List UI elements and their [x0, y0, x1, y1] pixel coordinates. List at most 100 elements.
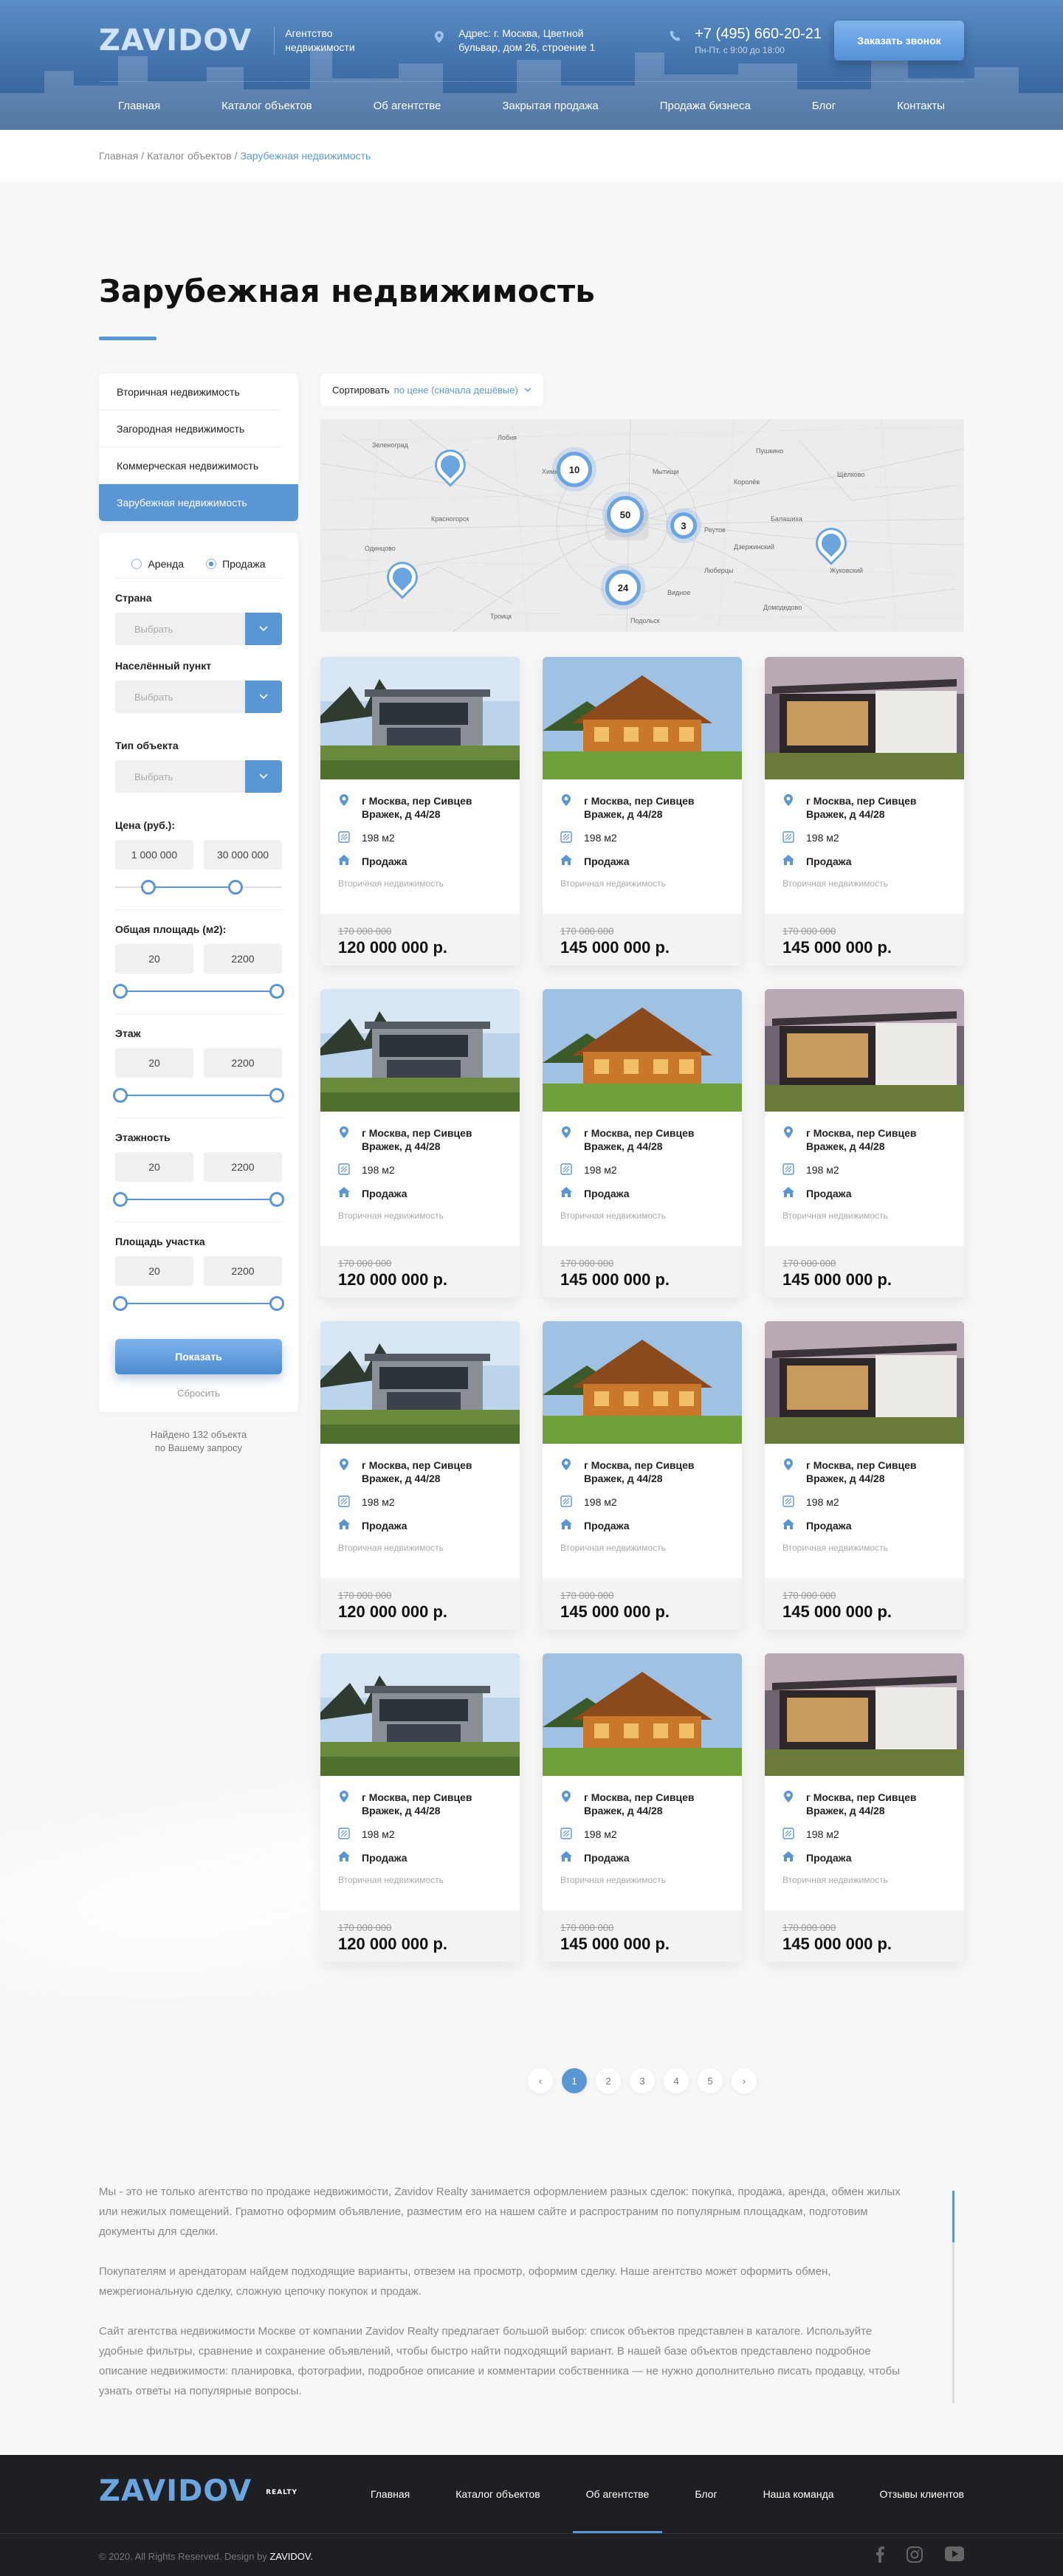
plot-slider[interactable] — [112, 1296, 285, 1311]
text-scrollbar[interactable] — [952, 2191, 954, 2403]
listing-photo[interactable] — [765, 657, 964, 779]
pagination-next[interactable]: › — [732, 2068, 757, 2093]
listing-photo[interactable] — [320, 1653, 520, 1776]
site-logo[interactable]: ZAVIDOV — [99, 24, 252, 58]
radio-sale[interactable]: Продажа — [206, 558, 266, 570]
plot-max-input[interactable]: 2200 — [204, 1256, 282, 1286]
reset-filters-link[interactable]: Сбросить — [115, 1388, 282, 1399]
floor-slider[interactable] — [112, 1088, 285, 1103]
nav-home[interactable]: Главная — [118, 100, 160, 112]
floor-max-input[interactable]: 2200 — [204, 1048, 282, 1078]
footer-nav-home[interactable]: Главная — [371, 2455, 410, 2533]
category-foreign[interactable]: Зарубежная недвижимость — [99, 484, 298, 521]
area-min-input[interactable]: 20 — [115, 944, 193, 974]
listing-card[interactable]: г Москва, пер Сивцев Вражек, д 44/28 198 … — [320, 1653, 520, 1962]
footer-nav-reviews[interactable]: Отзывы клиентов — [880, 2455, 964, 2533]
pagination-page-2[interactable]: 2 — [596, 2068, 621, 2093]
listing-photo[interactable] — [320, 1321, 520, 1444]
listing-card[interactable]: г Москва, пер Сивцев Вражек, д 44/28 198 … — [543, 1653, 742, 1962]
footer-nav-about[interactable]: Об агентстве — [572, 2455, 662, 2533]
listing-card[interactable]: г Москва, пер Сивцев Вражек, д 44/28 198 … — [765, 989, 964, 1298]
listing-photo[interactable] — [765, 1653, 964, 1776]
category-country[interactable]: Загородная недвижимость — [99, 410, 281, 447]
pagination-page-5[interactable]: 5 — [698, 2068, 723, 2093]
listing-card[interactable]: г Москва, пер Сивцев Вражек, д 44/28 198 … — [543, 1321, 742, 1630]
floor-min-input[interactable]: 20 — [115, 1048, 193, 1078]
map-cluster[interactable]: 24 — [605, 570, 641, 605]
breadcrumb-catalog[interactable]: Каталог объектов — [147, 150, 231, 162]
order-call-button[interactable]: Заказать звонок — [834, 21, 964, 61]
slider-handle-min[interactable] — [141, 880, 156, 895]
footer-nav-blog[interactable]: Блог — [695, 2455, 717, 2533]
slider-handle-max[interactable] — [269, 1296, 285, 1311]
listing-card[interactable]: г Москва, пер Сивцев Вражек, д 44/28 198 … — [543, 989, 742, 1298]
chevron-down-icon[interactable] — [245, 760, 282, 793]
breadcrumb-home[interactable]: Главная — [99, 150, 138, 162]
sort-dropdown[interactable]: Сортировать по цене (сначала дешёвые) — [320, 373, 543, 406]
listing-photo[interactable] — [765, 989, 964, 1112]
listing-photo[interactable] — [320, 989, 520, 1112]
slider-handle-min[interactable] — [112, 1088, 128, 1103]
slider-handle-min[interactable] — [112, 984, 128, 999]
facebook-icon[interactable] — [875, 2546, 884, 2563]
pagination-page-4[interactable]: 4 — [664, 2068, 689, 2093]
floors-min-input[interactable]: 20 — [115, 1152, 193, 1182]
category-secondary[interactable]: Вторичная недвижимость — [99, 373, 281, 410]
listing-photo[interactable] — [543, 989, 742, 1112]
youtube-icon[interactable] — [945, 2546, 964, 2561]
slider-handle-max[interactable] — [269, 1088, 285, 1103]
listing-card[interactable]: г Москва, пер Сивцев Вражек, д 44/28 198 … — [765, 1653, 964, 1962]
price-max-input[interactable]: 30 000 000 — [204, 840, 282, 869]
footer-nav-team[interactable]: Наша команда — [763, 2455, 834, 2533]
floors-max-input[interactable]: 2200 — [204, 1152, 282, 1182]
chevron-down-icon[interactable] — [245, 681, 282, 713]
listing-card[interactable]: г Москва, пер Сивцев Вражек, д 44/28 198 … — [320, 657, 520, 965]
nav-contacts[interactable]: Контакты — [897, 100, 945, 112]
price-slider[interactable] — [115, 880, 282, 895]
pagination-page-3[interactable]: 3 — [630, 2068, 655, 2093]
show-results-button[interactable]: Показать — [115, 1339, 282, 1374]
listing-card[interactable]: г Москва, пер Сивцев Вражек, д 44/28 198 … — [765, 1321, 964, 1630]
category-commercial[interactable]: Коммерческая недвижимость — [99, 447, 281, 484]
price-min-input[interactable]: 1 000 000 — [115, 840, 193, 869]
type-select[interactable]: Выбрать — [115, 760, 282, 793]
designer-link[interactable]: ZAVIDOV. — [269, 2551, 313, 2562]
plot-min-input[interactable]: 20 — [115, 1256, 193, 1286]
listing-card[interactable]: г Москва, пер Сивцев Вражек, д 44/28 198 … — [320, 989, 520, 1298]
instagram-icon[interactable] — [907, 2546, 923, 2563]
listing-photo[interactable] — [543, 657, 742, 779]
chevron-down-icon[interactable] — [245, 613, 282, 645]
slider-handle-min[interactable] — [112, 1296, 128, 1311]
listing-photo[interactable] — [543, 1321, 742, 1444]
area-max-input[interactable]: 2200 — [204, 944, 282, 974]
phone-number[interactable]: +7 (495) 660-20-21 — [695, 26, 822, 42]
nav-business-sale[interactable]: Продажа бизнеса — [660, 100, 751, 112]
header-phone[interactable]: +7 (495) 660-20-21 Пн-Пт. с 9:00 до 18:0… — [665, 26, 822, 55]
nav-about[interactable]: Об агентстве — [374, 100, 441, 112]
listing-photo[interactable] — [765, 1321, 964, 1444]
map-cluster[interactable]: 50 — [607, 496, 644, 533]
map-cluster[interactable]: 3 — [670, 512, 697, 539]
country-select[interactable]: Выбрать — [115, 613, 282, 645]
pagination-page-1[interactable]: 1 — [562, 2068, 587, 2093]
nav-closed-sale[interactable]: Закрытая продажа — [502, 100, 598, 112]
slider-handle-max[interactable] — [227, 880, 243, 895]
floors-slider[interactable] — [112, 1192, 285, 1207]
listing-photo[interactable] — [543, 1653, 742, 1776]
nav-blog[interactable]: Блог — [812, 100, 836, 112]
footer-logo[interactable]: ZAVIDOV REALTY — [99, 2474, 297, 2508]
scrollbar-thumb[interactable] — [952, 2191, 954, 2242]
slider-handle-max[interactable] — [269, 984, 285, 999]
radio-rent[interactable]: Аренда — [131, 558, 184, 570]
slider-handle-max[interactable] — [269, 1192, 285, 1207]
listing-card[interactable]: г Москва, пер Сивцев Вражек, д 44/28 198 … — [320, 1321, 520, 1630]
footer-nav-catalog[interactable]: Каталог объектов — [455, 2455, 540, 2533]
listing-card[interactable]: г Москва, пер Сивцев Вражек, д 44/28 198 … — [765, 657, 964, 965]
listing-photo[interactable] — [320, 657, 520, 779]
slider-handle-min[interactable] — [112, 1192, 128, 1207]
objects-map[interactable]: Зеленоград Химки Мытищи Королёв Балашиха… — [320, 419, 964, 632]
city-select[interactable]: Выбрать — [115, 681, 282, 713]
map-cluster[interactable]: 10 — [557, 452, 592, 487]
listing-card[interactable]: г Москва, пер Сивцев Вражек, д 44/28 198 … — [543, 657, 742, 965]
area-slider[interactable] — [112, 984, 285, 999]
